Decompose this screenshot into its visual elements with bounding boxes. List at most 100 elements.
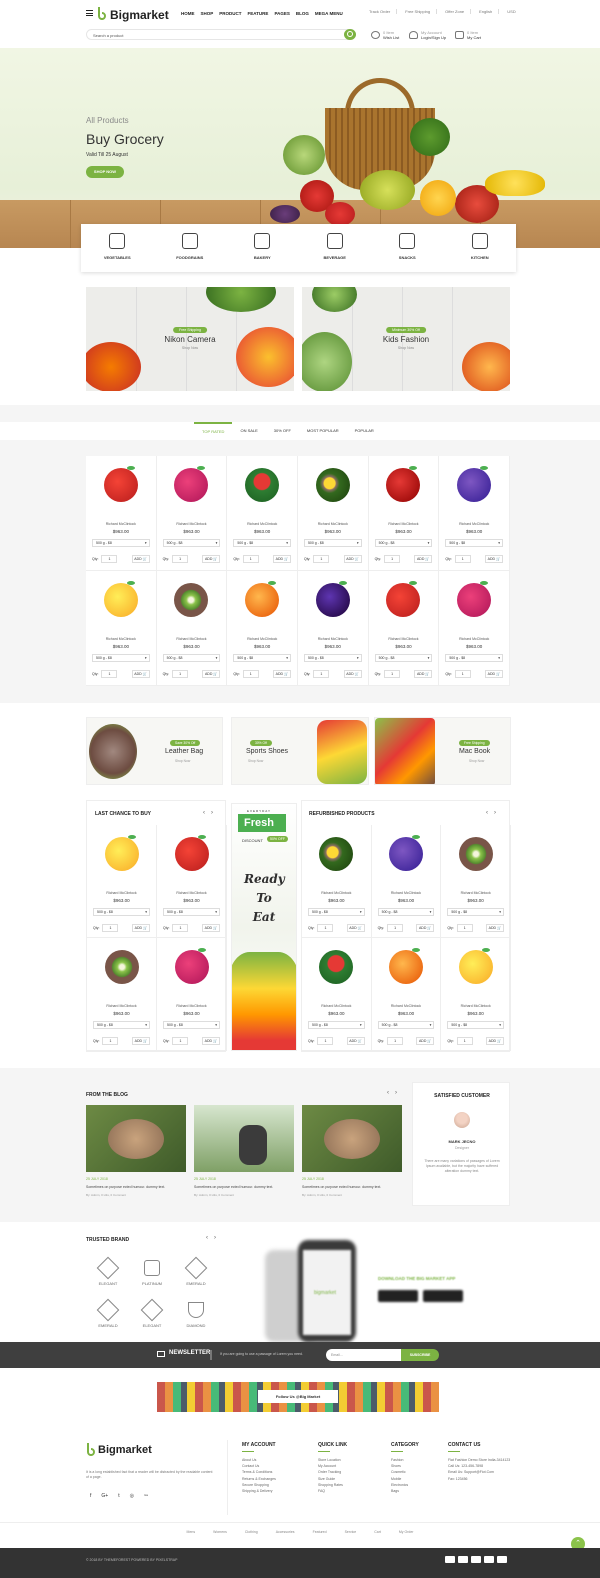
footer-link[interactable]: Returns & Exchanges [242, 1477, 276, 1481]
search-icon[interactable] [344, 29, 356, 40]
variant-select[interactable]: 500 g - $8 [445, 539, 503, 547]
product-name[interactable]: Richard McClintock [87, 1004, 156, 1008]
add-to-cart-button[interactable]: ADD 🛒 [414, 555, 433, 563]
nav-product[interactable]: PRODUCT [219, 11, 241, 16]
apricot-image[interactable] [388, 950, 423, 984]
nav-pages[interactable]: PAGES [274, 11, 289, 16]
promo-banner-camera[interactable]: Free Shipping Nikon Camera Shop Now [86, 287, 294, 391]
product-name[interactable]: Richard McClintock [439, 522, 509, 526]
wishlist[interactable]: 0 Item Wish List [371, 30, 399, 40]
qty-input[interactable]: 1 [101, 555, 118, 563]
qty-input[interactable]: 1 [102, 924, 119, 932]
variant-select[interactable]: 500 g - $8 [92, 654, 150, 662]
banner-shop-link[interactable]: Shop Now [248, 759, 263, 763]
variant-select[interactable]: 500 g - $8 [374, 539, 433, 547]
footer-link[interactable]: About Us [242, 1458, 276, 1462]
blog-image[interactable] [86, 1105, 186, 1172]
footer-link[interactable]: Shopping Rates [318, 1483, 347, 1487]
nav-feature[interactable]: FEATURE [248, 11, 269, 16]
product-card[interactable]: Richard McClintock $963.00 500 g - $8 Qty:1… [87, 825, 157, 938]
variant-select[interactable]: 500 g - $8 [447, 908, 504, 916]
bottom-link[interactable]: Featured [313, 1530, 327, 1534]
variant-select[interactable]: 500 g - $8 [377, 1021, 435, 1029]
add-to-cart-button[interactable]: ADD 🛒 [272, 555, 291, 563]
product-card[interactable]: Richard McClintock $963.00 500 g - $8 Qty:1… [87, 938, 157, 1051]
apple-image[interactable] [386, 583, 421, 617]
variant-select[interactable]: 500 g - $8 [308, 1021, 365, 1029]
qty-input[interactable]: 1 [317, 1037, 334, 1045]
product-card[interactable]: Richard McClintock $963.00 500 g - $8 Qty:1… [441, 825, 511, 938]
qty-input[interactable]: 1 [384, 555, 401, 563]
qty-input[interactable]: 1 [387, 1037, 404, 1045]
qty-input[interactable]: 1 [456, 924, 473, 932]
add-to-cart-button[interactable]: ADD 🛒 [485, 1037, 504, 1045]
add-to-cart-button[interactable]: ADD 🛒 [272, 670, 291, 678]
subscribe-button[interactable]: SUBSCRIBE [401, 1349, 439, 1361]
facebook-icon[interactable]: f [90, 1493, 91, 1499]
category-vegetables[interactable]: VEGETABLES [81, 224, 154, 272]
tab-top-rated[interactable]: TOP RATED [194, 422, 233, 440]
qty-input[interactable]: 1 [172, 670, 189, 678]
product-card[interactable]: Richard McClintock $963.00 500 g - $8 Qty:1… [157, 938, 227, 1051]
banner-leather-bag[interactable]: Save 30% Off Leather Bag Shop Now [86, 717, 223, 785]
blog-image[interactable] [194, 1105, 294, 1172]
blog-arrows[interactable]: ‹› [387, 1090, 403, 1096]
brand-logo[interactable]: Bigmarket [110, 8, 169, 22]
variant-select[interactable]: 500 g - $8 [233, 539, 291, 547]
footer-link[interactable]: Order Tracking [318, 1470, 347, 1474]
apricot-image[interactable] [245, 583, 280, 617]
variant-select[interactable]: 500 g - $8 [445, 654, 503, 662]
add-to-cart-button[interactable]: ADD 🛒 [131, 670, 150, 678]
google-plus-icon[interactable]: G+ [101, 1493, 108, 1499]
tab-popular[interactable]: POPULAR [347, 422, 382, 440]
qty-input[interactable]: 1 [172, 1037, 189, 1045]
footer-link[interactable]: Fashion [391, 1458, 419, 1462]
footer-link[interactable]: Bags [391, 1489, 419, 1493]
instagram-label[interactable]: Follow Us @Big Market [258, 1390, 338, 1403]
category-bakery[interactable]: BAKERY [226, 224, 299, 272]
product-name[interactable]: Richard McClintock [439, 637, 509, 641]
product-name[interactable]: Richard McClintock [157, 637, 227, 641]
product-card[interactable]: Richard McClintock $963.00 500 g - $8 Qty:1… [368, 456, 440, 571]
nav-blog[interactable]: BLOG [296, 11, 309, 16]
rss-icon[interactable]: rss [144, 1493, 148, 1499]
product-card[interactable]: Richard McClintock $963.00 500 g - $8 Qty:1… [297, 571, 369, 686]
brands-arrows[interactable]: ‹› [206, 1235, 222, 1241]
brand-platinum[interactable]: PLATINUM [138, 1257, 166, 1287]
add-to-cart-button[interactable]: ADD 🛒 [346, 1037, 365, 1045]
footer-link[interactable]: Cosmetic [391, 1470, 419, 1474]
footer-link[interactable]: Mobile [391, 1477, 419, 1481]
variant-select[interactable]: 500 g - $8 [233, 654, 291, 662]
footer-link[interactable]: Contact Us [242, 1464, 276, 1468]
search-input[interactable]: Search a product [86, 29, 356, 40]
product-name[interactable]: Richard McClintock [227, 637, 297, 641]
shop-now-button[interactable]: SHOP NOW [86, 166, 124, 178]
dragonfruit-image[interactable] [457, 583, 492, 617]
add-to-cart-button[interactable]: ADD 🛒 [343, 670, 362, 678]
add-to-cart-button[interactable]: ADD 🛒 [132, 1037, 150, 1045]
add-to-cart-button[interactable]: ADD 🛒 [131, 555, 150, 563]
variant-select[interactable]: 500 g - $8 [163, 908, 220, 916]
product-name[interactable]: Richard McClintock [302, 1004, 371, 1008]
product-card[interactable]: Richard McClintock $963.00 500 g - $8 Qty:1… [156, 571, 228, 686]
variant-select[interactable]: 500 g - $8 [374, 654, 433, 662]
grapes-image[interactable] [388, 837, 423, 871]
qty-input[interactable]: 1 [242, 555, 259, 563]
banner-sports-shoes[interactable]: 30% Off Sports Shoes Shop Now [231, 717, 369, 785]
watermelon-image[interactable] [319, 950, 354, 984]
product-card[interactable]: Richard McClintock $963.00 500 g - $8 Qty:1… [86, 456, 157, 571]
variant-select[interactable]: 500 g - $8 [162, 539, 221, 547]
app-store-badge[interactable] [378, 1290, 418, 1302]
footer-link[interactable]: Electronics [391, 1483, 419, 1487]
footer-link[interactable]: FAQ [318, 1489, 347, 1493]
product-card[interactable]: Richard McClintock $963.00 500 g - $8 Qty:1… [439, 456, 510, 571]
bottom-link[interactable]: Cart [374, 1530, 381, 1534]
tab-on-sale[interactable]: ON SALE [232, 422, 265, 440]
bottom-link[interactable]: Clothing [245, 1530, 258, 1534]
brand-emerald[interactable]: EMERALD [182, 1256, 210, 1287]
product-card[interactable]: Richard McClintock $963.00 500 g - $8 Qty:1… [371, 938, 442, 1051]
product-name[interactable]: Richard McClintock [87, 891, 156, 895]
footer-link[interactable]: Secure Shopping [242, 1483, 276, 1487]
add-to-cart-button[interactable]: ADD 🛒 [416, 1037, 435, 1045]
pear-image[interactable] [104, 837, 139, 871]
